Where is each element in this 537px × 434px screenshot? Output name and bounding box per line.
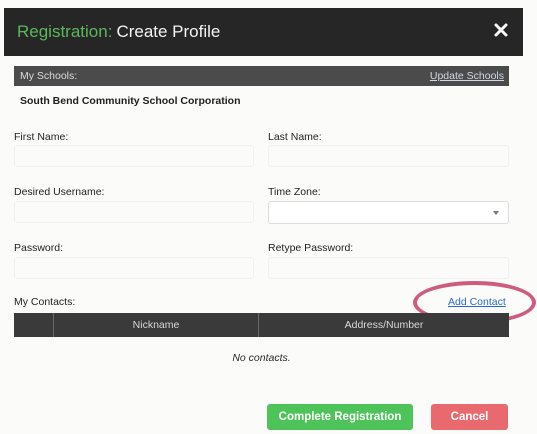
- retype-password-input[interactable]: [268, 257, 509, 279]
- complete-registration-button[interactable]: Complete Registration: [267, 404, 413, 430]
- retype-password-label: Retype Password:: [268, 242, 354, 254]
- timezone-select[interactable]: [268, 201, 509, 224]
- registration-modal: Registration: Create Profile My Schools:…: [0, 0, 537, 434]
- last-name-input[interactable]: [268, 145, 509, 167]
- modal-header: Registration: Create Profile: [4, 8, 523, 56]
- first-name-input[interactable]: [14, 145, 254, 167]
- close-icon[interactable]: [493, 22, 509, 38]
- my-contacts-label: My Contacts:: [14, 296, 76, 308]
- timezone-label: Time Zone:: [268, 186, 321, 198]
- my-schools-label: My Schools:: [20, 70, 78, 82]
- my-schools-bar: My Schools: Update Schools: [14, 66, 509, 86]
- no-contacts-message: No contacts.: [232, 352, 291, 364]
- password-label: Password:: [14, 242, 64, 254]
- password-input[interactable]: [14, 257, 254, 279]
- chevron-down-icon: [493, 211, 499, 215]
- username-input[interactable]: [14, 201, 254, 223]
- modal-title-accent: Registration:: [17, 22, 113, 41]
- table-header-nickname[interactable]: Nickname: [54, 313, 259, 337]
- last-name-label: Last Name:: [268, 131, 322, 143]
- modal-title: Create Profile: [116, 22, 221, 41]
- school-name: South Bend Community School Corporation: [20, 95, 241, 107]
- table-header-address[interactable]: Address/Number: [259, 313, 509, 337]
- username-label: Desired Username:: [14, 186, 105, 198]
- update-schools-link[interactable]: Update Schools: [430, 70, 504, 82]
- contacts-table-header: Nickname Address/Number: [14, 313, 509, 337]
- cancel-button[interactable]: Cancel: [431, 404, 508, 430]
- table-header-select: [14, 313, 54, 337]
- add-contact-link[interactable]: Add Contact: [448, 296, 506, 308]
- first-name-label: First Name:: [14, 131, 69, 143]
